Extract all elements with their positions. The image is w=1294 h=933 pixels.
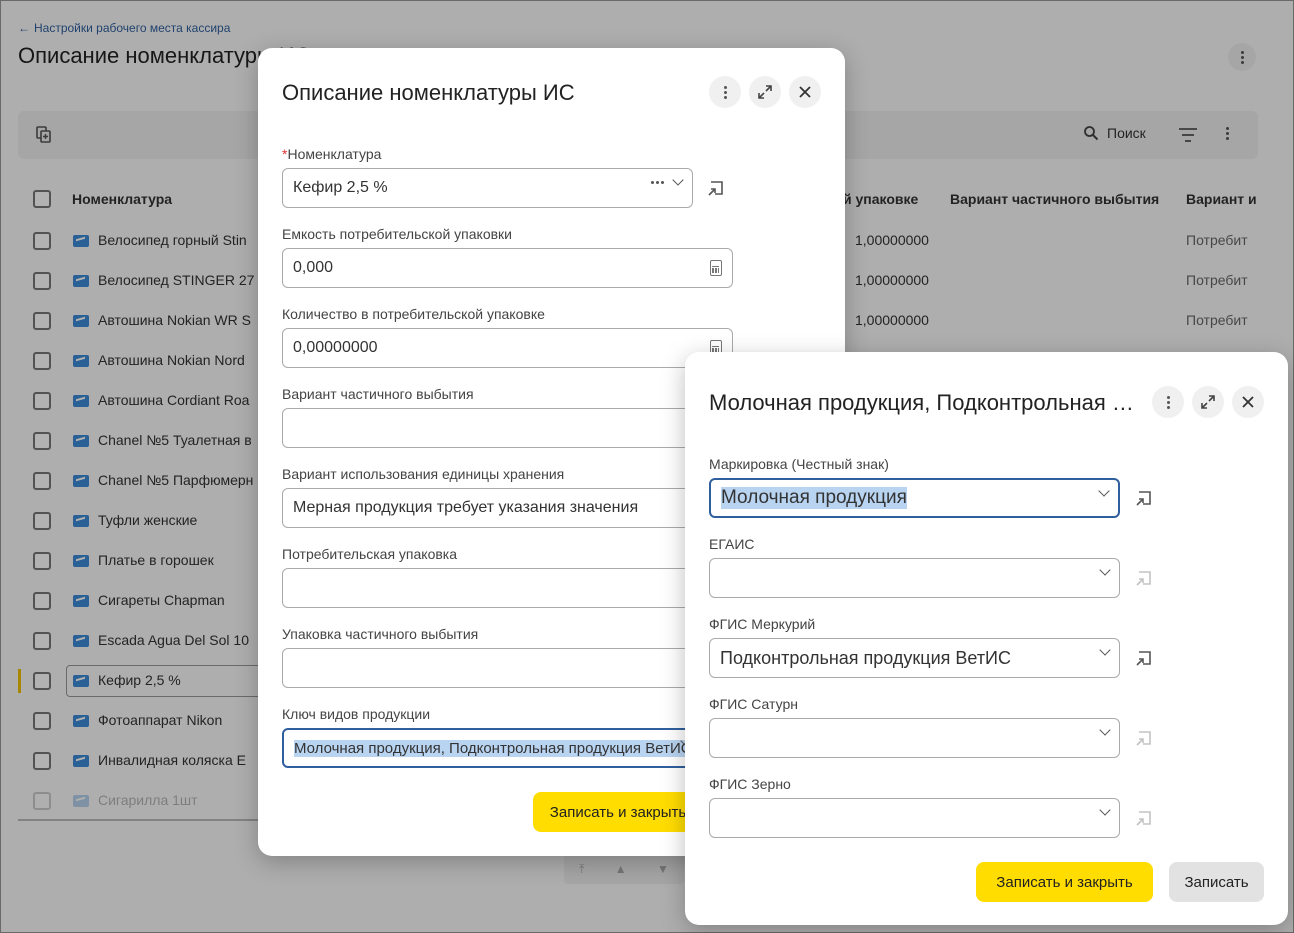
save-button[interactable]: Записать: [1169, 862, 1264, 902]
save-and-close-button[interactable]: Записать и закрыть: [976, 862, 1153, 902]
chevron-down-icon[interactable]: [1099, 724, 1111, 736]
close-button[interactable]: [1232, 386, 1264, 418]
select-more-icon[interactable]: [651, 180, 664, 184]
partial-pack-label: Упаковка частичного выбытия: [282, 626, 479, 642]
more-vertical-icon: [1166, 395, 1170, 409]
open-form-icon: [1136, 571, 1151, 586]
dialog-title: Молочная продукция, Подконтрольная проду…: [709, 390, 1145, 415]
capacity-label: Емкость потребительской упаковки: [282, 226, 512, 242]
close-icon: [1242, 396, 1254, 408]
marking-label: Маркировка (Честный знак): [709, 456, 889, 472]
expand-icon: [758, 85, 772, 99]
storage-variant-field[interactable]: Мерная продукция требует указания значен…: [282, 488, 733, 528]
expand-button[interactable]: [749, 76, 781, 108]
partial-pack-field[interactable]: [282, 648, 733, 688]
consumer-pack-label: Потребительская упаковка: [282, 546, 458, 562]
quantity-field[interactable]: 0,00000000: [282, 328, 733, 368]
mercury-field[interactable]: Подконтрольная продукция ВетИС: [709, 638, 1120, 678]
open-form-icon: [1136, 731, 1151, 746]
egais-field[interactable]: [709, 558, 1120, 598]
chevron-down-icon[interactable]: [1099, 564, 1111, 576]
close-button[interactable]: [789, 76, 821, 108]
nomenclature-field[interactable]: Кефир 2,5 %: [282, 168, 693, 208]
nomenclature-label: *Номенклатура: [282, 146, 382, 162]
product-key-label: Ключ видов продукции: [282, 706, 431, 722]
dialog-title: Описание номенклатуры ИС: [282, 80, 575, 105]
calculator-icon[interactable]: [710, 260, 722, 276]
storage-variant-label: Вариант использования единицы хранения: [282, 466, 565, 482]
dialog-more-button[interactable]: [1152, 386, 1184, 418]
chevron-down-icon[interactable]: [1099, 804, 1111, 816]
open-form-icon[interactable]: [1134, 648, 1154, 668]
quantity-label: Количество в потребительской упаковке: [282, 306, 545, 322]
egais-label: ЕГАИС: [709, 536, 755, 552]
consumer-pack-field[interactable]: [282, 568, 733, 608]
mercury-label: ФГИС Меркурий: [709, 616, 816, 632]
open-form-icon[interactable]: [706, 178, 726, 198]
product-kinds-dialog: Молочная продукция, Подконтрольная проду…: [685, 352, 1288, 925]
zerno-field[interactable]: [709, 798, 1120, 838]
open-form-icon[interactable]: [1134, 488, 1154, 508]
open-form-icon: [1136, 811, 1151, 826]
close-icon: [799, 86, 811, 98]
zerno-label: ФГИС Зерно: [709, 776, 791, 792]
saturn-label: ФГИС Сатурн: [709, 696, 798, 712]
more-vertical-icon: [723, 85, 727, 99]
dialog-more-button[interactable]: [709, 76, 741, 108]
partial-variant-field[interactable]: [282, 408, 733, 448]
chevron-down-icon[interactable]: [1099, 644, 1111, 656]
expand-button[interactable]: [1192, 386, 1224, 418]
chevron-down-icon[interactable]: [672, 174, 684, 186]
partial-variant-label: Вариант частичного выбытия: [282, 386, 474, 402]
expand-icon: [1201, 395, 1215, 409]
saturn-field[interactable]: [709, 718, 1120, 758]
save-and-close-button[interactable]: Записать и закрыть: [533, 792, 703, 832]
capacity-field[interactable]: 0,000: [282, 248, 733, 288]
product-key-field[interactable]: Молочная продукция, Подконтрольная проду…: [282, 728, 702, 768]
marking-field[interactable]: Молочная продукция: [709, 478, 1120, 518]
chevron-down-icon[interactable]: [1098, 485, 1110, 497]
